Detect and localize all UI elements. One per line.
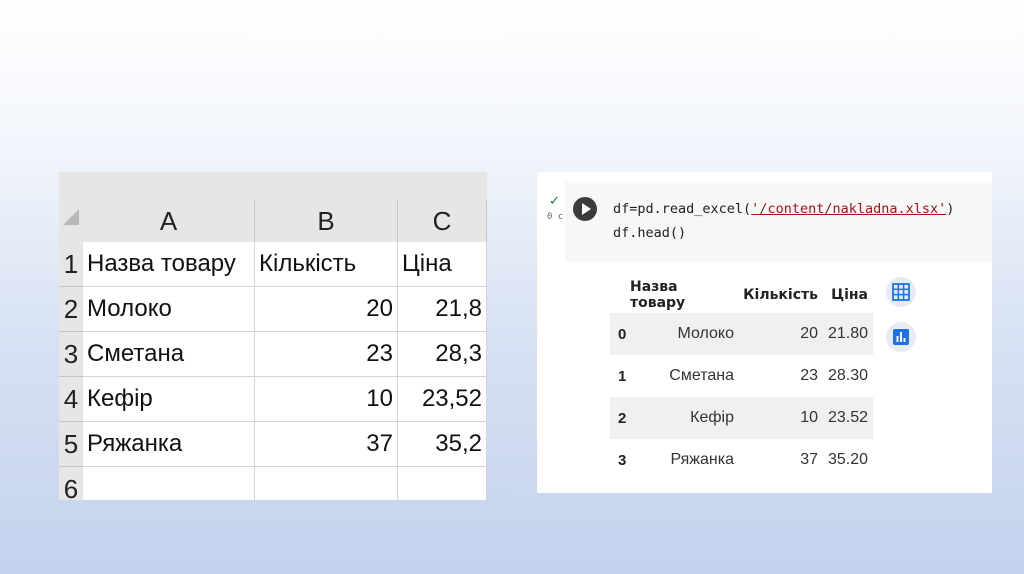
df-cell-price: 23.52 [827, 409, 868, 426]
df-cell-qty: 10 [800, 409, 818, 426]
cell-a1[interactable]: Назва товару [83, 242, 255, 287]
colab-notebook: ✓ 0 с df=pd.read_excel('/content/nakladn… [537, 172, 992, 493]
convert-to-table-button[interactable] [886, 277, 916, 307]
row-header-5[interactable]: 5 [59, 422, 83, 467]
column-header-a[interactable]: A [83, 200, 255, 242]
df-row: 2 Кефір 10 23.52 [610, 397, 873, 439]
cell-a5[interactable]: Ряжанка [83, 422, 255, 467]
df-index: 1 [618, 367, 627, 385]
row-header-3[interactable]: 3 [59, 332, 83, 377]
df-header-qty: Кількість [743, 287, 818, 303]
df-cell-name: Кефір [690, 409, 734, 426]
cell-b2[interactable]: 20 [255, 287, 398, 332]
cell-a3[interactable]: Сметана [83, 332, 255, 377]
df-row: 3 Ряжанка 37 35.20 [610, 439, 873, 481]
code-cell[interactable] [565, 182, 992, 262]
select-all-triangle-icon [63, 209, 79, 225]
suggest-charts-button[interactable] [886, 322, 916, 352]
df-cell-price: 21.80 [827, 325, 868, 342]
df-index: 2 [618, 409, 627, 427]
code-read-excel: df=pd.read_excel( [613, 201, 752, 217]
df-header-name: Назва товару [630, 279, 686, 311]
ribbon-strip [59, 172, 487, 200]
cell-b3[interactable]: 23 [255, 332, 398, 377]
cell-c6[interactable] [398, 467, 487, 500]
row-header-6[interactable]: 6 [59, 467, 83, 500]
row-header-2[interactable]: 2 [59, 287, 83, 332]
df-cell-qty: 23 [800, 367, 818, 384]
code-paren-close: ) [946, 201, 955, 217]
cell-c1[interactable]: Ціна [398, 242, 487, 287]
run-cell-button[interactable] [573, 197, 597, 221]
cell-b5[interactable]: 37 [255, 422, 398, 467]
execution-time: 0 с [547, 212, 564, 222]
code-file-path: /content/nakladna.xlsx [759, 201, 939, 217]
code-line-2[interactable]: df.head() [613, 225, 686, 241]
play-icon [581, 203, 591, 215]
df-cell-qty: 37 [800, 451, 818, 468]
df-cell-name: Сметана [669, 367, 734, 384]
df-header-price: Ціна [831, 287, 868, 303]
chart-icon [893, 329, 909, 345]
df-cell-price: 35.20 [827, 451, 868, 468]
column-header-b[interactable]: B [255, 200, 398, 242]
cell-b4[interactable]: 10 [255, 377, 398, 422]
cell-b1[interactable]: Кількість [255, 242, 398, 287]
cell-c2[interactable]: 21,8 [398, 287, 487, 332]
df-cell-name: Ряжанка [670, 451, 735, 468]
row-header-4[interactable]: 4 [59, 377, 83, 422]
cell-a4[interactable]: Кефір [83, 377, 255, 422]
df-cell-qty: 20 [800, 325, 818, 342]
cell-a2[interactable]: Молоко [83, 287, 255, 332]
code-line-1[interactable]: df=pd.read_excel('/content/nakladna.xlsx… [613, 201, 954, 217]
df-cell-name: Молоко [677, 325, 734, 342]
excel-spreadsheet: A B C 1 2 3 4 5 6 Назва товару Кількість… [59, 172, 487, 500]
check-icon: ✓ [549, 194, 560, 209]
df-index: 0 [618, 325, 627, 343]
table-icon [892, 283, 910, 301]
column-header-c[interactable]: C [398, 200, 487, 242]
row-header-1[interactable]: 1 [59, 242, 83, 287]
cell-c4[interactable]: 23,52 [398, 377, 487, 422]
cell-c5[interactable]: 35,2 [398, 422, 487, 467]
df-row: 0 Молоко 20 21.80 [610, 313, 873, 355]
df-row: 1 Сметана 23 28.30 [610, 355, 873, 397]
df-cell-price: 28.30 [827, 367, 868, 384]
cell-b6[interactable] [255, 467, 398, 500]
cell-a6[interactable] [83, 467, 255, 500]
df-index: 3 [618, 451, 627, 469]
cell-c3[interactable]: 28,3 [398, 332, 487, 377]
